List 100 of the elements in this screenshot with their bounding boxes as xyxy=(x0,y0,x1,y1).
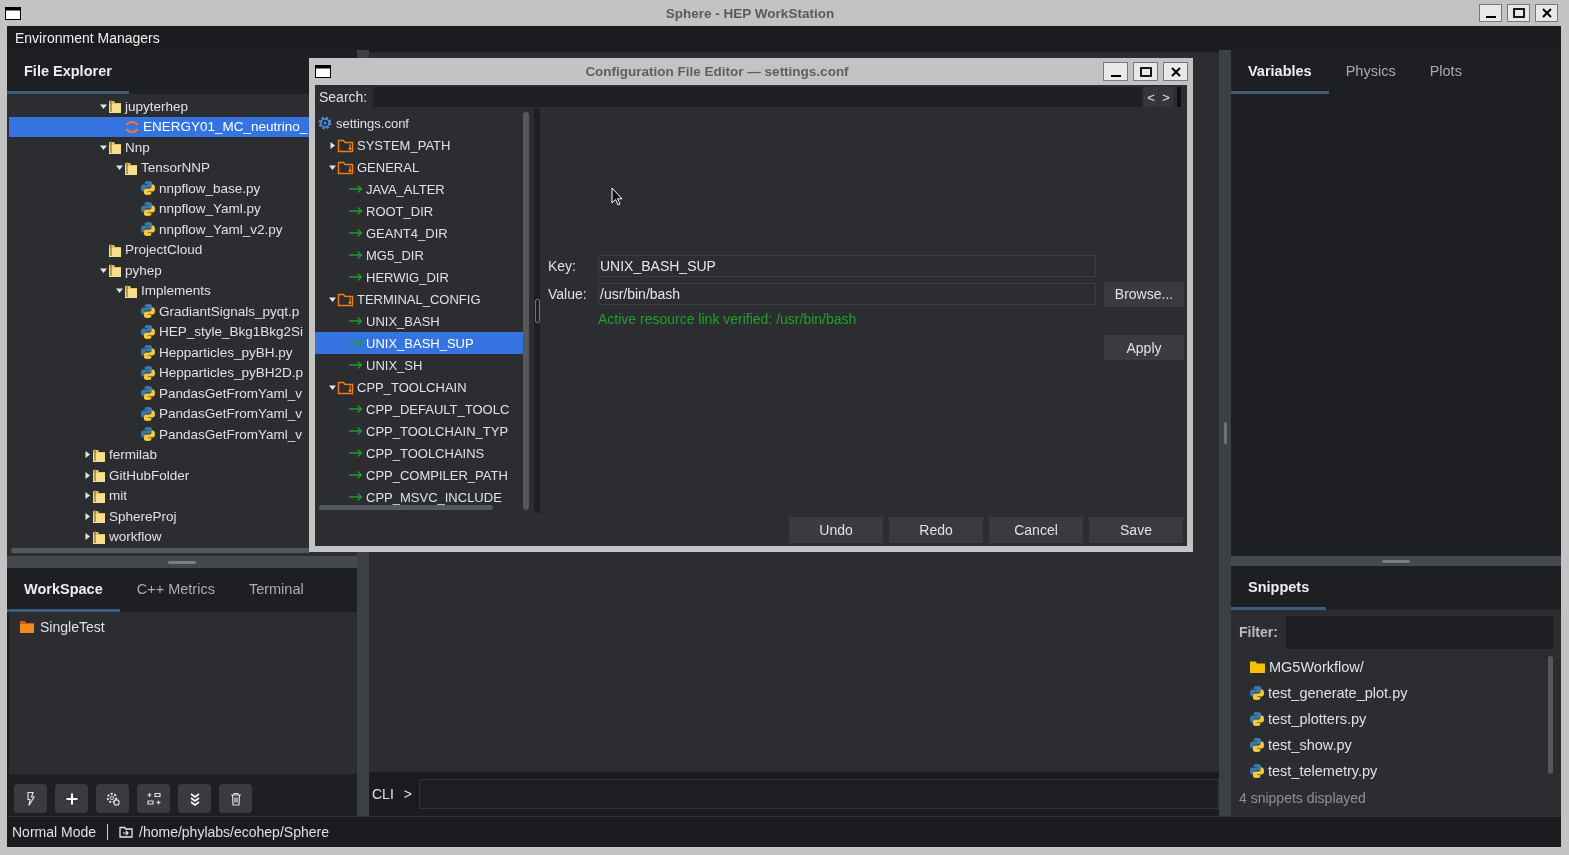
tree-item[interactable]: PandasGetFromYaml_v xyxy=(9,403,309,424)
dialog-button[interactable]: Undo xyxy=(789,516,883,543)
minimize-button[interactable] xyxy=(1479,4,1502,22)
caret-icon[interactable] xyxy=(84,471,91,479)
scrollbar[interactable] xyxy=(319,505,493,510)
tree-item[interactable]: Nnp xyxy=(9,137,309,158)
arrow-icon xyxy=(349,338,363,348)
scrollbar[interactable] xyxy=(11,548,311,553)
maximize-button[interactable] xyxy=(1507,4,1530,22)
tree-item[interactable]: CPP_MSVC_INCLUDE xyxy=(315,486,524,508)
snippet-item[interactable]: test_telemetry.py xyxy=(1249,758,1548,784)
tree-item[interactable]: PandasGetFromYaml_v xyxy=(9,383,309,404)
tree-item[interactable]: ProjectCloud xyxy=(9,239,309,260)
close-button[interactable] xyxy=(1535,4,1558,22)
toolbar-button[interactable] xyxy=(219,784,252,813)
tree-item[interactable]: UNIX_SH xyxy=(315,354,524,376)
tree-item[interactable]: CPP_COMPILER_PATH xyxy=(315,464,524,486)
toolbar-button[interactable] xyxy=(178,784,211,813)
caret-icon[interactable] xyxy=(84,533,91,541)
caret-icon[interactable] xyxy=(84,451,91,459)
tree-item[interactable]: JAVA_ALTER xyxy=(315,178,524,200)
apply-button[interactable]: Apply xyxy=(1104,335,1184,360)
nav-button[interactable]: < xyxy=(1144,87,1158,107)
minimize-button[interactable] xyxy=(1103,62,1128,81)
tree-item[interactable]: GENERAL xyxy=(315,156,524,178)
tree-item[interactable]: pyhep xyxy=(9,260,309,281)
toolbar-button[interactable] xyxy=(14,784,47,813)
tree-item[interactable]: workflow xyxy=(9,526,309,547)
tree-item[interactable]: UNIX_BASH xyxy=(315,310,524,332)
tab[interactable]: C++ Metrics xyxy=(119,568,232,612)
tree-item[interactable]: TensorNNP xyxy=(9,157,309,178)
tree-item[interactable]: ROOT_DIR xyxy=(315,200,524,222)
toolbar-button[interactable] xyxy=(96,784,129,813)
caret-icon[interactable] xyxy=(100,143,107,151)
dialog-button[interactable]: Redo xyxy=(889,516,983,543)
nav-button[interactable]: > xyxy=(1159,87,1173,107)
tree-item[interactable]: Hepparticles_pyBH2D.p xyxy=(9,362,309,383)
caret-icon[interactable] xyxy=(329,163,336,171)
tree-item[interactable]: GradiantSignals_pyqt.p xyxy=(9,301,309,322)
tree-item[interactable]: SYSTEM_PATH xyxy=(315,134,524,156)
snippet-item[interactable]: test_plotters.py xyxy=(1249,706,1548,732)
tree-item[interactable]: PandasGetFromYaml_v xyxy=(9,424,309,445)
browse-button[interactable]: Browse... xyxy=(1104,281,1184,307)
snippet-item[interactable]: MG5Workflow/ xyxy=(1249,654,1548,680)
close-button[interactable] xyxy=(1163,62,1188,81)
tree-item[interactable]: Implements xyxy=(9,280,309,301)
dialog-button[interactable]: Save xyxy=(1089,516,1183,543)
caret-icon[interactable] xyxy=(116,164,123,172)
tab[interactable]: Plots xyxy=(1412,50,1479,94)
tree-item[interactable]: HERWIG_DIR xyxy=(315,266,524,288)
dialog-button[interactable]: Cancel xyxy=(989,516,1083,543)
caret-icon[interactable] xyxy=(329,295,336,303)
tree-item[interactable]: CPP_TOOLCHAIN xyxy=(315,376,524,398)
tab[interactable]: Terminal xyxy=(231,568,321,612)
tree-item[interactable]: GEANT4_DIR xyxy=(315,222,524,244)
splitter-handle[interactable] xyxy=(1382,559,1410,563)
tab[interactable]: Physics xyxy=(1328,50,1413,94)
caret-icon[interactable] xyxy=(84,512,91,520)
splitter-handle[interactable] xyxy=(1223,422,1227,444)
snippet-item[interactable]: test_generate_plot.py xyxy=(1249,680,1548,706)
tree-item[interactable]: MG5_DIR xyxy=(315,244,524,266)
tree-item[interactable]: TERMINAL_CONFIG xyxy=(315,288,524,310)
tree-item[interactable]: settings.conf xyxy=(315,112,524,134)
search-field[interactable] xyxy=(372,86,1143,108)
list-item[interactable]: SingleTest xyxy=(9,616,357,638)
toolbar-button[interactable] xyxy=(55,784,88,813)
tree-item[interactable]: fermilab xyxy=(9,444,309,465)
maximize-button[interactable] xyxy=(1133,62,1158,81)
tree-item[interactable]: CPP_TOOLCHAIN_TYP xyxy=(315,420,524,442)
tree-item[interactable]: Hepparticles_pyBH.py xyxy=(9,342,309,363)
caret-icon[interactable] xyxy=(100,102,107,110)
tree-item[interactable]: nnpflow_Yaml_v2.py xyxy=(9,219,309,240)
value-field[interactable]: /usr/bin/bash xyxy=(598,283,1096,305)
tree-item[interactable]: GitHubFolder xyxy=(9,465,309,486)
caret-icon[interactable] xyxy=(329,383,336,391)
tree-item[interactable]: ENERGY01_MC_neutrino_ xyxy=(9,116,309,137)
tree-item[interactable]: HEP_style_Bkg1Bkg2Si xyxy=(9,321,309,342)
splitter-handle[interactable] xyxy=(534,299,540,323)
caret-icon[interactable] xyxy=(100,266,107,274)
scrollbar[interactable] xyxy=(523,112,530,510)
tree-item[interactable]: CPP_TOOLCHAINS xyxy=(315,442,524,464)
key-field[interactable]: UNIX_BASH_SUP xyxy=(598,255,1096,277)
python-icon xyxy=(1249,711,1265,727)
tab[interactable]: Variables xyxy=(1231,50,1329,94)
caret-icon[interactable] xyxy=(329,141,336,149)
scrollbar[interactable] xyxy=(1548,656,1553,774)
tree-item[interactable]: UNIX_BASH_SUP xyxy=(315,332,524,354)
tree-item[interactable]: mit xyxy=(9,485,309,506)
snippet-item[interactable]: test_show.py xyxy=(1249,732,1548,758)
tree-item[interactable]: SphereProj xyxy=(9,506,309,527)
command-input[interactable] xyxy=(419,779,1219,809)
toolbar-button[interactable] xyxy=(137,784,170,813)
tree-item[interactable]: CPP_DEFAULT_TOOLC xyxy=(315,398,524,420)
tree-item[interactable]: nnpflow_base.py xyxy=(9,178,309,199)
path-label: /home/phylabs/ecohep/Sphere xyxy=(139,824,329,840)
tree-item[interactable]: nnpflow_Yaml.py xyxy=(9,198,309,219)
splitter-handle[interactable] xyxy=(168,560,196,564)
caret-icon[interactable] xyxy=(116,287,123,295)
tree-item[interactable]: jupyterhep xyxy=(9,96,309,117)
caret-icon[interactable] xyxy=(84,492,91,500)
